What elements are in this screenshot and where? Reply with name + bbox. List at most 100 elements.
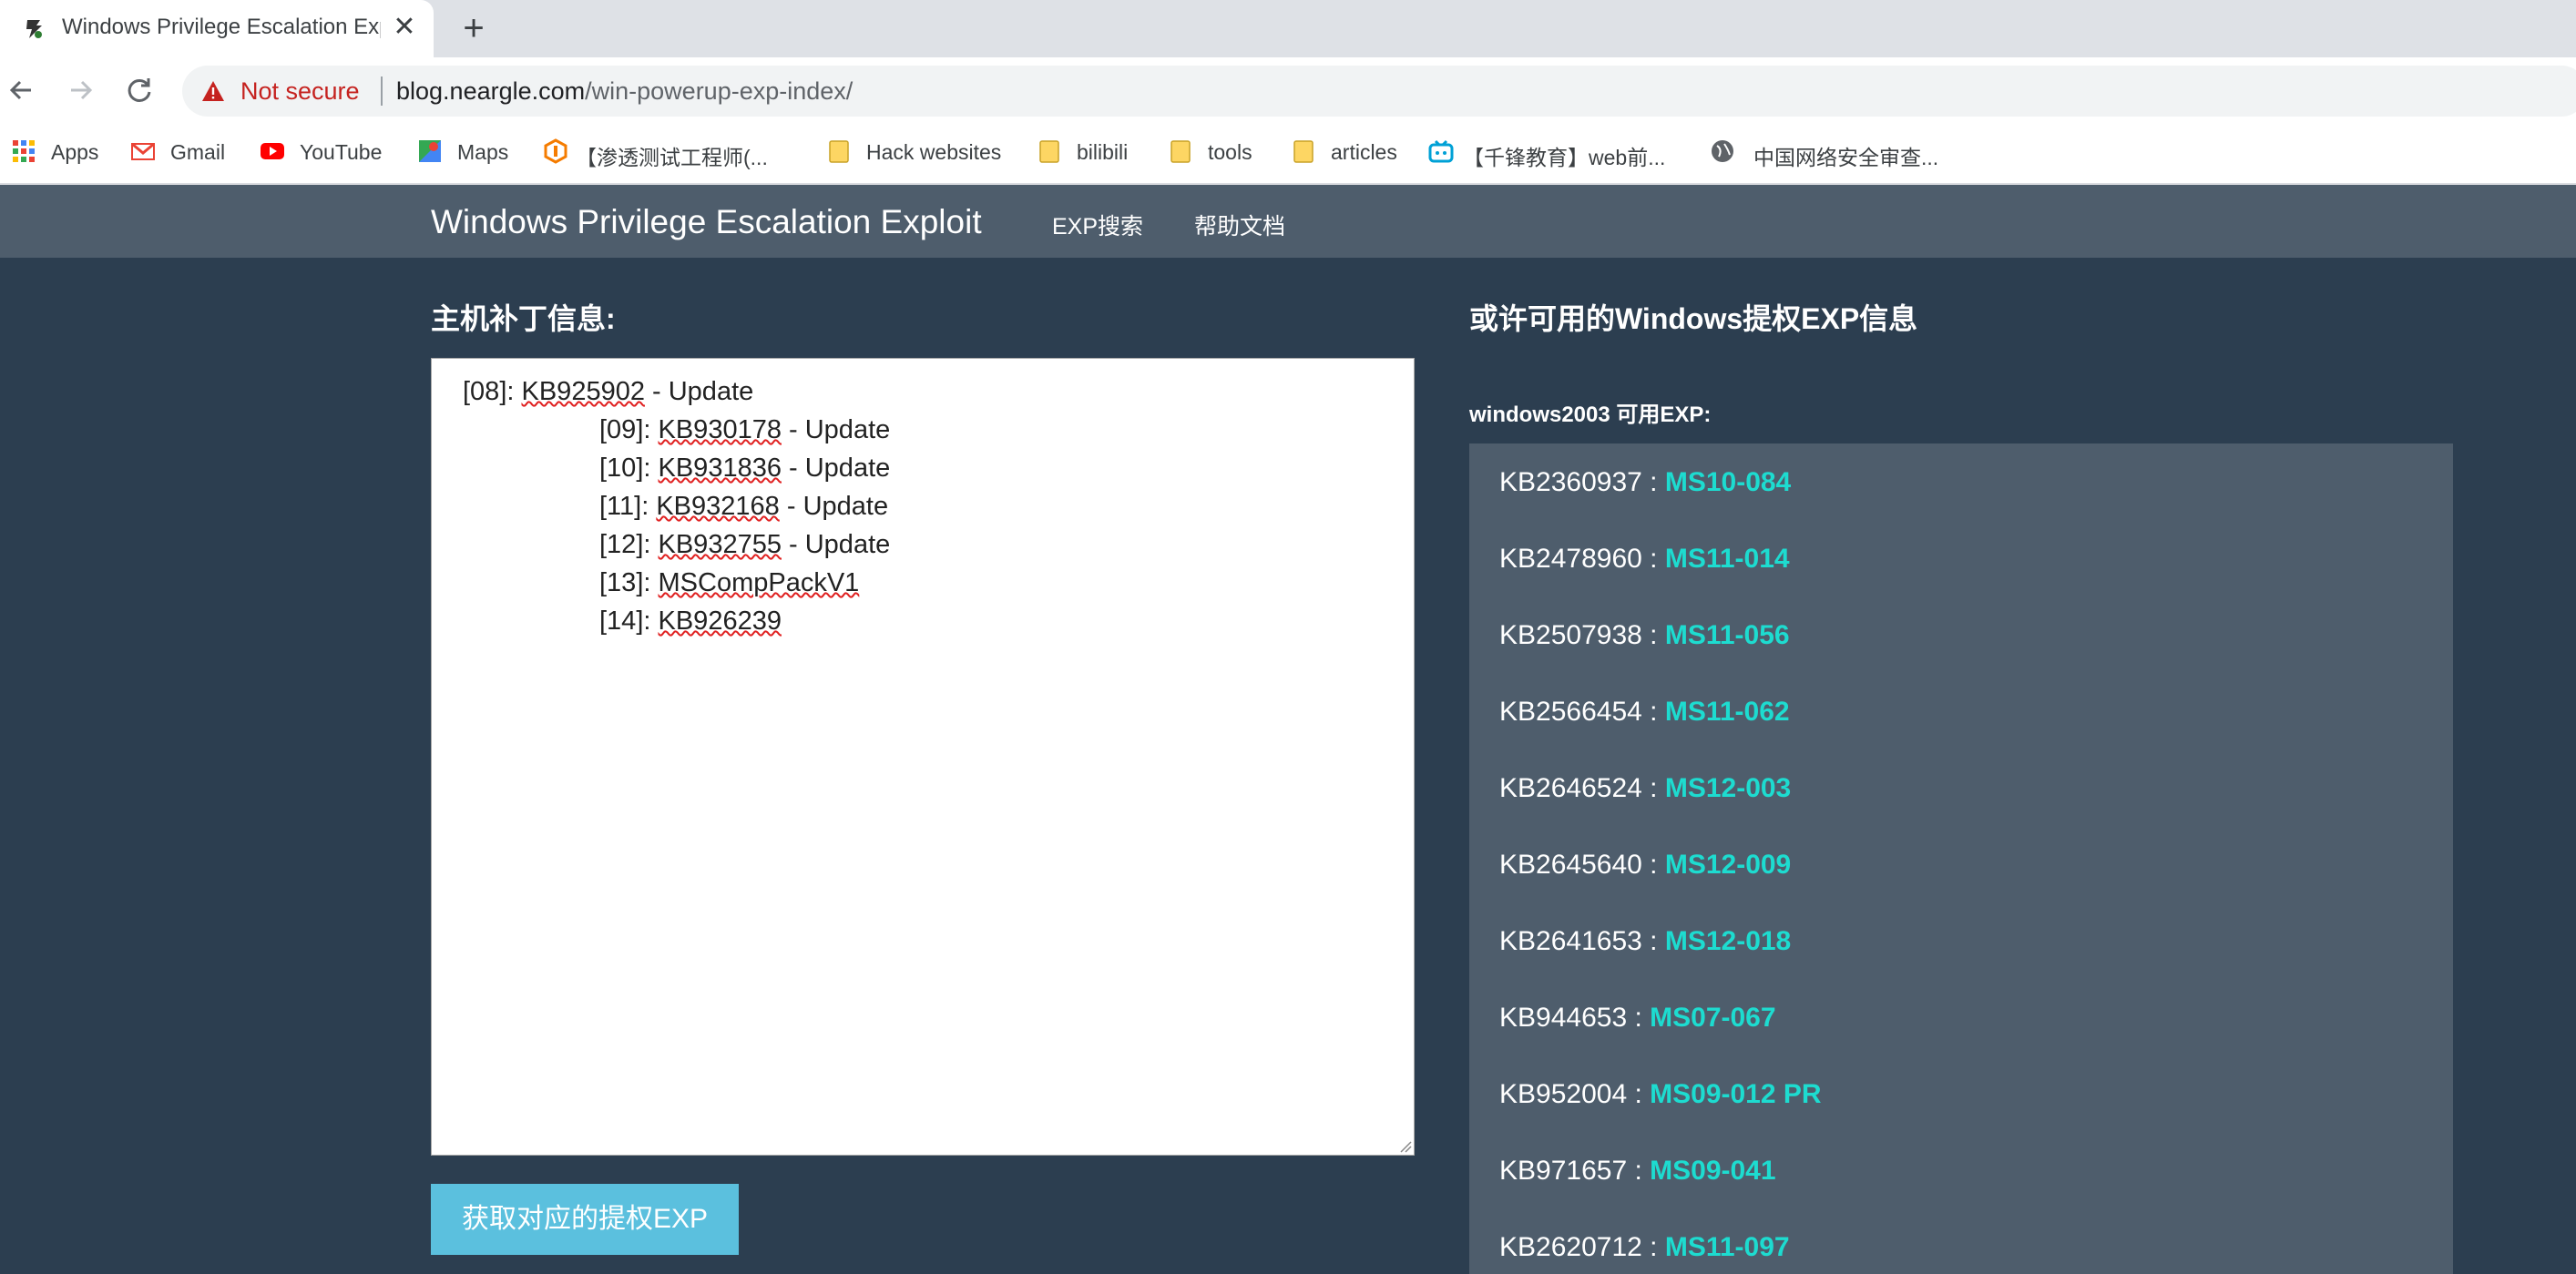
patch-index: [10]:	[599, 454, 659, 483]
exp-row: KB2566454 : MS11-062	[1499, 697, 1790, 728]
patch-line: [11]: KB932168 - Update	[599, 492, 888, 522]
patch-line: [08]: KB925902 - Update	[463, 377, 753, 407]
system-label: windows2003 可用EXP:	[1469, 403, 1712, 427]
bookmark-label: bilibili	[1077, 140, 1129, 164]
patch-index: [08]:	[463, 377, 522, 406]
tab-title: Windows Privilege Escalation Exploit	[62, 15, 381, 39]
ms-bulletin-link[interactable]: MS09-041	[1650, 1156, 1775, 1186]
patch-section-title: 主机补丁信息:	[431, 302, 616, 335]
patch-line: [14]: KB926239	[599, 606, 782, 637]
ms-bulletin-link[interactable]: MS11-056	[1665, 620, 1790, 650]
patch-type: - Update	[779, 492, 889, 521]
patch-kb: KB932755	[658, 530, 782, 559]
tab-strip: Windows Privilege Escalation Exploit ✕ +	[0, 0, 2576, 57]
exp-row: KB2646524 : MS12-003	[1499, 773, 1791, 804]
patch-type: - Update	[781, 454, 891, 483]
bookmarks-bar: Apps Gmail YouTube Maps 【渗透测试工程师(... Hac…	[0, 126, 2576, 180]
folder-icon	[1293, 140, 1314, 163]
folder-icon	[1170, 140, 1191, 163]
bookmark-label: tools	[1208, 140, 1252, 164]
patch-type: - Update	[644, 377, 754, 406]
bookmark-label: Apps	[51, 140, 99, 164]
exp-row: KB2645640 : MS12-009	[1499, 850, 1791, 881]
patch-kb: KB926239	[658, 606, 782, 636]
bookmark-label: Maps	[457, 140, 509, 164]
folder-icon	[829, 140, 849, 163]
bookmark-label: Gmail	[170, 140, 226, 164]
exp-row: KB2620712 : MS11-097	[1499, 1232, 1790, 1263]
get-exp-button[interactable]: 获取对应的提权EXP	[431, 1184, 739, 1255]
nav-exp-search[interactable]: EXP搜索	[1052, 209, 1143, 241]
patch-kb: KB932168	[656, 492, 780, 521]
patch-kb: KB925902	[521, 377, 645, 406]
globe-icon	[1712, 140, 1733, 162]
back-arrow-icon	[9, 80, 31, 100]
exp-kb: KB2507938 :	[1499, 620, 1665, 650]
ms-bulletin-link[interactable]: MS11-014	[1665, 544, 1790, 574]
patch-kb: KB930178	[658, 415, 782, 444]
ms-bulletin-link[interactable]: MS07-067	[1650, 1003, 1775, 1033]
ms-bulletin-link[interactable]: MS09-012 PR	[1650, 1079, 1821, 1109]
site-navbar: Windows Privilege Escalation Exploit EXP…	[0, 185, 2576, 258]
address-bar[interactable]: Not secure blog.neargle.com/win-powerup-…	[182, 66, 2576, 117]
exp-row: KB2360937 : MS10-084	[1499, 467, 1791, 498]
tab-favicon-icon	[26, 20, 42, 38]
patch-kb: MSCompPackV1	[658, 568, 860, 597]
youtube-icon	[261, 143, 284, 159]
patch-type: - Update	[781, 415, 891, 444]
ms-bulletin-link[interactable]: MS11-062	[1665, 697, 1790, 727]
exp-row: KB2641653 : MS12-018	[1499, 926, 1791, 957]
patch-line: [10]: KB931836 - Update	[599, 454, 890, 484]
patch-type: - Update	[781, 530, 891, 559]
gmail-icon	[131, 142, 155, 160]
ms-bulletin-link[interactable]: MS12-018	[1665, 926, 1791, 956]
ms-bulletin-link[interactable]: MS12-009	[1665, 850, 1791, 880]
reload-button[interactable]	[119, 70, 159, 110]
reload-icon	[128, 78, 151, 102]
url-domain: blog.neargle.com	[396, 77, 586, 105]
patch-line: [13]: MSCompPackV1	[599, 568, 859, 598]
patch-index: [13]:	[599, 568, 659, 597]
new-tab-button[interactable]: +	[455, 10, 492, 47]
patch-line: [12]: KB932755 - Update	[599, 530, 890, 560]
site-icon	[544, 138, 567, 164]
forward-arrow-icon	[71, 80, 93, 100]
exp-kb: KB944653 :	[1499, 1003, 1651, 1033]
exp-row: KB944653 : MS07-067	[1499, 1003, 1776, 1034]
forward-button[interactable]	[60, 70, 100, 110]
exp-kb: KB2566454 :	[1499, 697, 1665, 727]
ms-bulletin-link[interactable]: MS10-084	[1665, 467, 1791, 497]
bookmark-label: 【千锋教育】web前...	[1463, 146, 1666, 169]
browser-toolbar: Not secure blog.neargle.com/win-powerup-…	[0, 57, 2576, 185]
bookmark-label: articles	[1331, 140, 1397, 164]
exp-kb: KB2620712 :	[1499, 1232, 1665, 1262]
warning-icon	[202, 81, 224, 101]
browser-tab[interactable]: Windows Privilege Escalation Exploit ✕	[0, 0, 434, 57]
nav-help-docs[interactable]: 帮助文档	[1194, 209, 1285, 241]
exp-row: KB2507938 : MS11-056	[1499, 620, 1790, 651]
exp-row: KB971657 : MS09-041	[1499, 1156, 1776, 1187]
exp-kb: KB2641653 :	[1499, 926, 1665, 956]
exp-kb: KB2646524 :	[1499, 773, 1665, 803]
patch-index: [11]:	[599, 492, 657, 521]
ms-bulletin-link[interactable]: MS11-097	[1665, 1232, 1790, 1262]
folder-icon	[1039, 140, 1059, 163]
patch-textarea[interactable]: [08]: KB925902 - Update [09]: KB930178 -…	[431, 358, 1415, 1156]
resize-grip-icon[interactable]	[1397, 1138, 1412, 1153]
exp-kb: KB2478960 :	[1499, 544, 1665, 574]
back-button[interactable]	[2, 70, 42, 110]
ms-bulletin-link[interactable]: MS12-003	[1665, 773, 1791, 803]
patch-index: [09]:	[599, 415, 659, 444]
url-text[interactable]: blog.neargle.com/win-powerup-exp-index/	[396, 77, 853, 106]
exp-kb: KB2645640 :	[1499, 850, 1665, 880]
close-tab-icon[interactable]: ✕	[390, 13, 419, 42]
exp-results-panel: KB2360937 : MS10-084 KB2478960 : MS11-01…	[1469, 443, 2453, 1274]
site-brand[interactable]: Windows Privilege Escalation Exploit	[431, 203, 982, 241]
exp-kb: KB952004 :	[1499, 1079, 1651, 1109]
exp-kb: KB971657 :	[1499, 1156, 1651, 1186]
exp-section-title: 或许可用的Windows提权EXP信息	[1469, 302, 1918, 335]
exp-row: KB952004 : MS09-012 PR	[1499, 1079, 1822, 1110]
patch-index: [14]:	[599, 606, 659, 636]
apps-grid-icon	[13, 140, 35, 162]
not-secure-label[interactable]: Not secure	[240, 77, 360, 106]
